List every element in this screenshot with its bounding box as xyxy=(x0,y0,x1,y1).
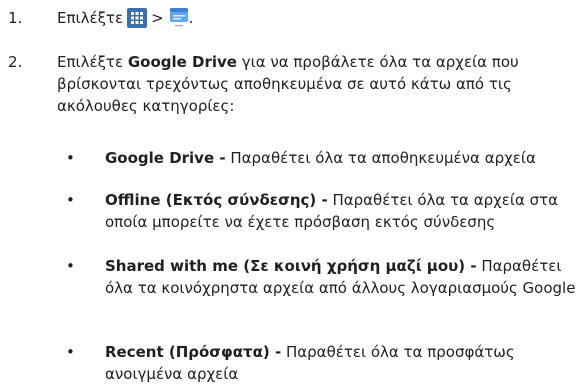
bullet-title: Google Drive - xyxy=(105,149,226,167)
step-number: 1. xyxy=(8,9,23,27)
step-2-text-before: Επιλέξτε xyxy=(57,53,128,71)
step-2-body: Επιλέξτε Google Drive για να προβάλετε ό… xyxy=(57,51,582,117)
file-manager-icon xyxy=(169,8,188,27)
step-1-text: Επιλέξτε xyxy=(57,9,124,27)
bullet-title: Offline (Εκτός σύνδεσης) - xyxy=(105,191,328,209)
step-1-separator: > xyxy=(151,9,164,27)
bullet-marker: • xyxy=(66,343,75,361)
bullet-marker: • xyxy=(66,149,75,167)
step-2: 2. Επιλέξτε Google Drive για να προβάλετ… xyxy=(0,51,587,131)
step-1: 1. Επιλέξτε > . xyxy=(0,7,587,37)
step-2-bold: Google Drive xyxy=(127,53,237,71)
apps-grid-icon xyxy=(127,8,148,28)
bullet-title: Shared with me (Σε κοινή χρήση μαζί μου)… xyxy=(105,257,477,275)
step-1-body: Επιλέξτε > . xyxy=(57,7,582,29)
bullet-marker: • xyxy=(66,191,75,209)
bullet-title: Recent (Πρόσφατα) - xyxy=(105,343,282,361)
step-1-end: . xyxy=(188,9,194,27)
step-number: 2. xyxy=(8,53,23,71)
bullet-text: Παραθέτει όλα τα αποθηκευμένα αρχεία xyxy=(225,149,536,167)
bullet-marker: • xyxy=(66,257,75,275)
